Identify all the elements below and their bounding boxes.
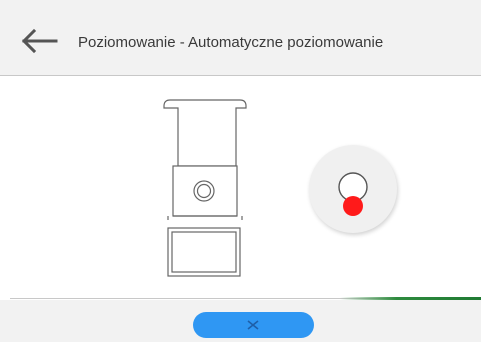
page-title: Poziomowanie - Automatyczne poziomowanie xyxy=(78,34,384,51)
arrow-left-icon xyxy=(21,28,58,54)
close-x-icon xyxy=(247,320,259,330)
level-indicator xyxy=(309,145,397,233)
scale-illustration xyxy=(160,96,250,283)
top-bar: Poziomowanie - Automatyczne poziomowanie xyxy=(0,0,481,76)
cancel-button[interactable] xyxy=(193,312,314,338)
level-bubble xyxy=(343,196,363,216)
back-button[interactable] xyxy=(18,26,60,56)
bubble-level-icon xyxy=(338,172,368,216)
